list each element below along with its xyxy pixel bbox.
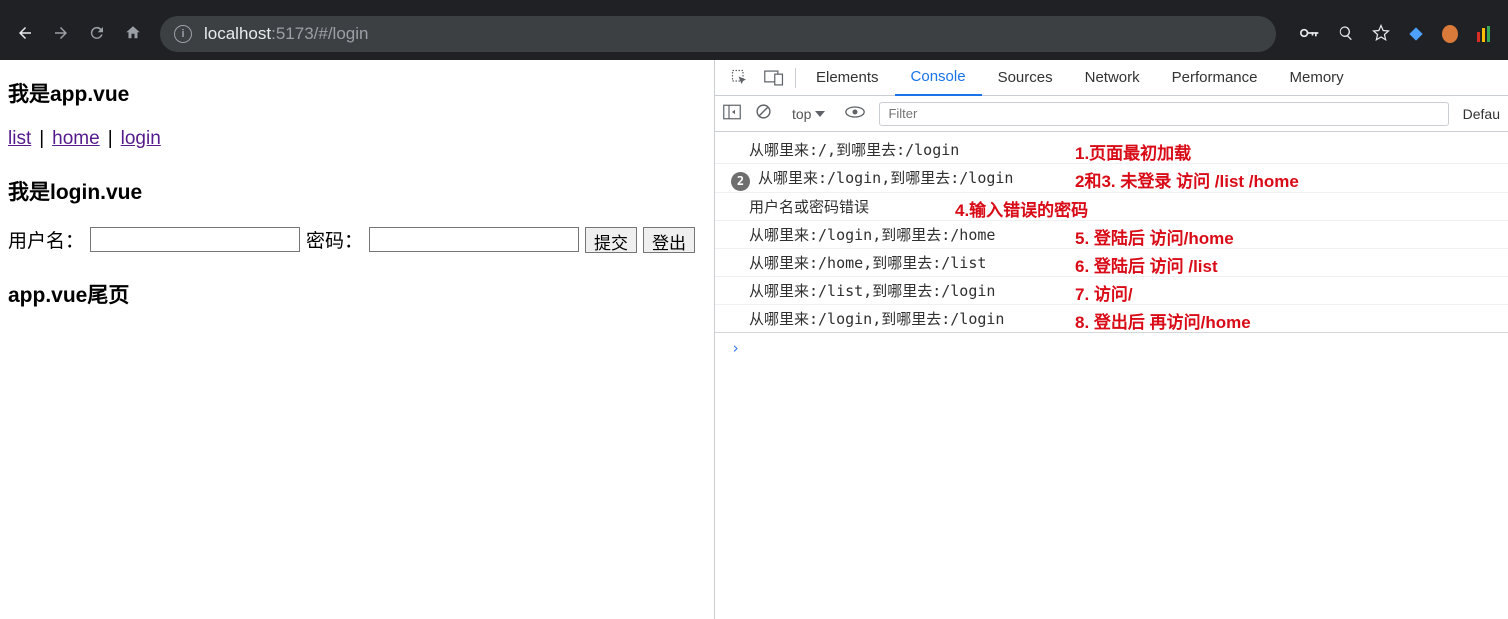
annotation: 4.输入错误的密码 bbox=[955, 196, 1088, 221]
nav-icon-group bbox=[8, 24, 150, 45]
extension-bars-icon[interactable] bbox=[1476, 26, 1492, 42]
console-row: 从哪里来:/home,到哪里去:/list 6. 登陆后 访问 /list bbox=[715, 249, 1508, 277]
filter-input[interactable] bbox=[879, 102, 1448, 126]
devtools-tabbar: Elements Console Sources Network Perform… bbox=[715, 60, 1508, 96]
devtools-panel: Elements Console Sources Network Perform… bbox=[714, 60, 1508, 619]
logout-button[interactable]: 登出 bbox=[643, 227, 695, 253]
password-key-icon[interactable] bbox=[1300, 26, 1320, 43]
extension-avatar-icon[interactable] bbox=[1442, 26, 1458, 42]
username-input[interactable] bbox=[90, 227, 300, 252]
username-label: 用户名： bbox=[8, 226, 84, 253]
page-content: 我是app.vue list | home | login 我是login.vu… bbox=[0, 60, 714, 619]
toggle-sidebar-icon[interactable] bbox=[723, 104, 741, 123]
tab-sources[interactable]: Sources bbox=[982, 60, 1069, 96]
tab-strip bbox=[0, 0, 1508, 8]
site-info-icon[interactable]: i bbox=[174, 25, 192, 43]
nav-separator: | bbox=[39, 128, 44, 150]
device-toolbar-icon[interactable] bbox=[757, 70, 791, 86]
toolbar-right-group bbox=[1286, 24, 1498, 45]
router-nav: list | home | login bbox=[8, 128, 706, 150]
annotation: 2和3. 未登录 访问 /list /home bbox=[1075, 167, 1299, 192]
console-row: 从哪里来:/list,到哪里去:/login 7. 访问/ bbox=[715, 277, 1508, 305]
url-text: localhost:5173/#/login bbox=[204, 24, 368, 44]
annotation: 8. 登出后 再访问/home bbox=[1075, 308, 1251, 333]
context-selector[interactable]: top bbox=[786, 104, 831, 124]
app-heading: 我是app.vue bbox=[8, 78, 706, 108]
password-input[interactable] bbox=[369, 227, 579, 252]
tab-performance[interactable]: Performance bbox=[1156, 60, 1274, 96]
tab-memory[interactable]: Memory bbox=[1274, 60, 1360, 96]
console-row: 用户名或密码错误 4.输入错误的密码 bbox=[715, 193, 1508, 221]
nav-separator: | bbox=[108, 128, 113, 150]
address-bar[interactable]: i localhost:5173/#/login bbox=[160, 16, 1276, 52]
home-icon[interactable] bbox=[124, 24, 142, 45]
annotation: 7. 访问/ bbox=[1075, 280, 1133, 305]
back-icon[interactable] bbox=[16, 24, 34, 45]
log-levels-selector[interactable]: Defau bbox=[1463, 106, 1500, 122]
console-row: 从哪里来:/login,到哪里去:/login 8. 登出后 再访问/home bbox=[715, 305, 1508, 333]
console-output: 从哪里来:/,到哪里去:/login 1.页面最初加载 2 从哪里来:/logi… bbox=[715, 132, 1508, 619]
extension-diamond-icon[interactable] bbox=[1408, 26, 1424, 42]
annotation: 1.页面最初加载 bbox=[1075, 139, 1191, 164]
tab-console[interactable]: Console bbox=[895, 60, 982, 96]
reload-icon[interactable] bbox=[88, 24, 106, 45]
tab-elements[interactable]: Elements bbox=[800, 60, 895, 96]
submit-button[interactable]: 提交 bbox=[585, 227, 637, 253]
annotation: 5. 登陆后 访问/home bbox=[1075, 224, 1234, 249]
link-login[interactable]: login bbox=[121, 128, 161, 150]
password-label: 密码： bbox=[306, 226, 363, 253]
repeat-count-badge: 2 bbox=[731, 172, 750, 191]
login-form: 用户名： 密码： 提交 登出 bbox=[8, 226, 706, 253]
app-footer: app.vue尾页 bbox=[8, 279, 706, 309]
console-toolbar: top Defau bbox=[715, 96, 1508, 132]
browser-toolbar: i localhost:5173/#/login bbox=[0, 8, 1508, 60]
login-heading: 我是login.vue bbox=[8, 176, 706, 206]
console-row: 2 从哪里来:/login,到哪里去:/login 2和3. 未登录 访问 /l… bbox=[715, 164, 1508, 193]
inspect-element-icon[interactable] bbox=[723, 69, 757, 87]
console-row: 从哪里来:/,到哪里去:/login 1.页面最初加载 bbox=[715, 136, 1508, 164]
annotation: 6. 登陆后 访问 /list bbox=[1075, 252, 1218, 277]
search-icon[interactable] bbox=[1338, 25, 1354, 44]
tab-network[interactable]: Network bbox=[1069, 60, 1156, 96]
console-prompt[interactable]: › bbox=[715, 333, 1508, 363]
link-home[interactable]: home bbox=[52, 128, 100, 150]
bookmark-star-icon[interactable] bbox=[1372, 24, 1390, 45]
link-list[interactable]: list bbox=[8, 128, 31, 150]
live-expression-icon[interactable] bbox=[845, 105, 865, 122]
clear-console-icon[interactable] bbox=[755, 103, 772, 125]
console-row: 从哪里来:/login,到哪里去:/home 5. 登陆后 访问/home bbox=[715, 221, 1508, 249]
forward-icon[interactable] bbox=[52, 24, 70, 45]
